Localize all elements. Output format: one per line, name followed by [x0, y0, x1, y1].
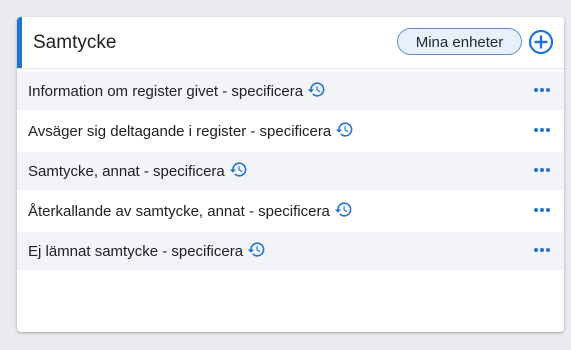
list-item[interactable]: Återkallande av samtycke, annat - specif…: [17, 192, 564, 230]
my-units-button[interactable]: Mina enheter: [397, 28, 522, 55]
history-icon[interactable]: [247, 240, 266, 259]
more-options-icon[interactable]: [531, 80, 553, 100]
consent-list: Information om register givet - specific…: [17, 69, 564, 270]
list-item[interactable]: Information om register givet - specific…: [17, 72, 564, 110]
history-icon[interactable]: [229, 160, 248, 179]
more-options-icon[interactable]: [531, 240, 553, 260]
more-options-icon[interactable]: [531, 160, 553, 180]
list-item-label: Avsäger sig deltagande i register - spec…: [28, 123, 332, 140]
list-item-label: Samtycke, annat - specificera: [28, 163, 225, 180]
history-icon[interactable]: [335, 120, 354, 139]
list-item-label: Ej lämnat samtycke - specificera: [28, 243, 244, 260]
history-icon[interactable]: [307, 80, 326, 99]
list-item[interactable]: Samtycke, annat - specificera: [17, 152, 564, 190]
panel-title: Samtycke: [33, 32, 117, 53]
add-circle-icon[interactable]: [528, 29, 554, 55]
panel-header: Samtycke Mina enheter: [17, 17, 564, 69]
list-item-label: Information om register givet - specific…: [28, 83, 304, 100]
more-options-icon[interactable]: [531, 120, 553, 140]
more-options-icon[interactable]: [531, 200, 553, 220]
list-item[interactable]: Ej lämnat samtycke - specificera: [17, 232, 564, 270]
consent-panel: Samtycke Mina enheter Information om reg…: [17, 17, 564, 332]
accent-bar: [17, 17, 22, 68]
history-icon[interactable]: [334, 200, 353, 219]
list-item[interactable]: Avsäger sig deltagande i register - spec…: [17, 112, 564, 150]
list-item-label: Återkallande av samtycke, annat - specif…: [28, 203, 330, 220]
